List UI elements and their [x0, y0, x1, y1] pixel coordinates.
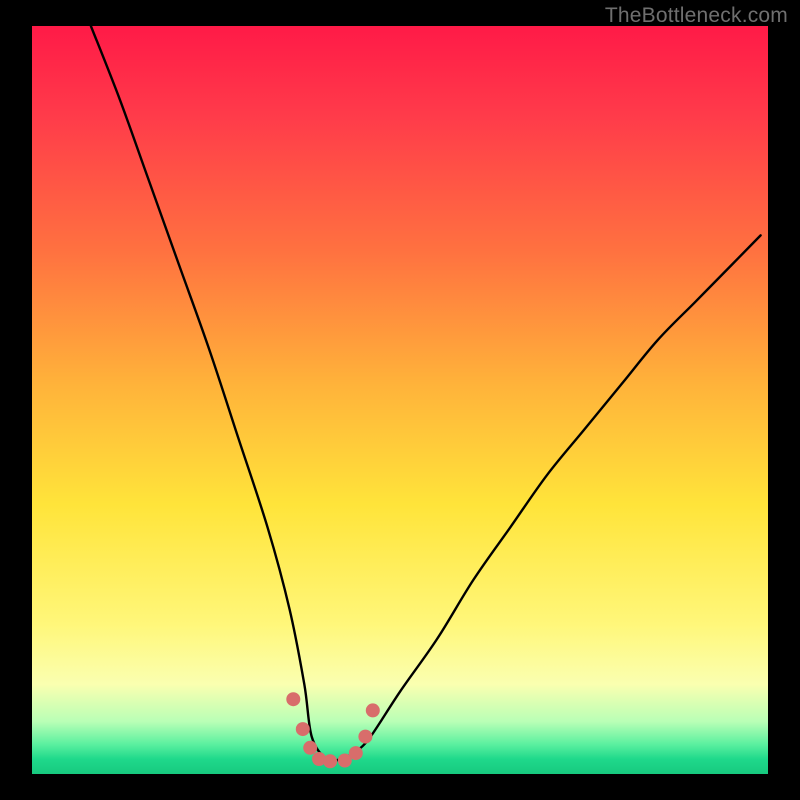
valley-marker: [303, 741, 317, 755]
valley-marker: [349, 746, 363, 760]
chart-frame: TheBottleneck.com: [0, 0, 800, 800]
curve-layer: [32, 26, 768, 774]
bottleneck-curve: [91, 26, 761, 761]
plot-area: [32, 26, 768, 774]
valley-marker: [358, 730, 372, 744]
watermark-text: TheBottleneck.com: [605, 4, 788, 28]
valley-marker-group: [286, 692, 380, 768]
valley-marker: [366, 703, 380, 717]
valley-marker: [296, 722, 310, 736]
valley-marker: [323, 754, 337, 768]
valley-marker: [286, 692, 300, 706]
